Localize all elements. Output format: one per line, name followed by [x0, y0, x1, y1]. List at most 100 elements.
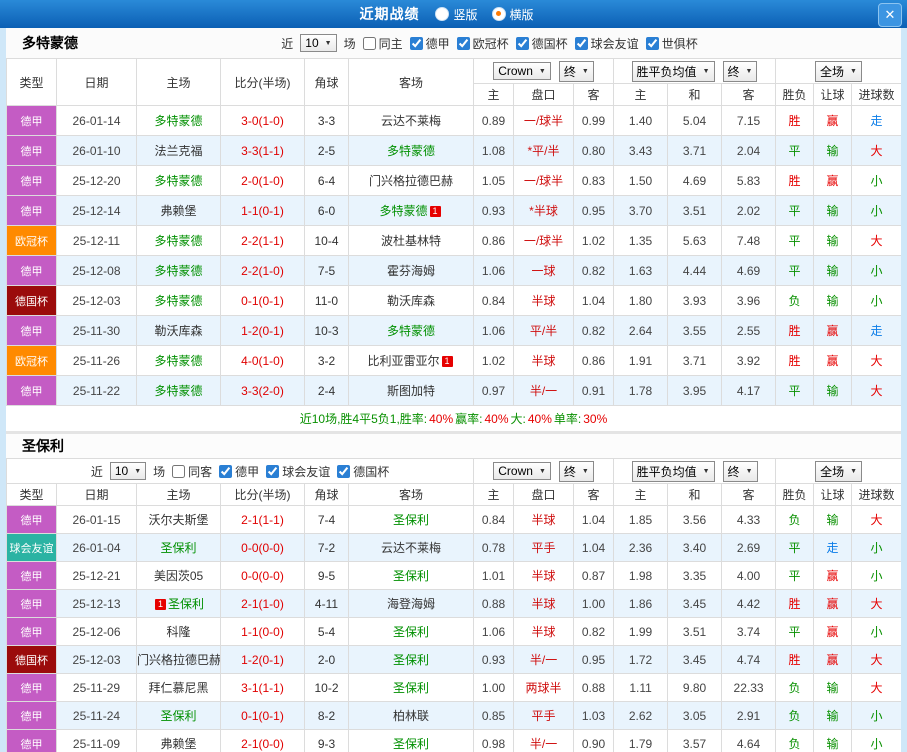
- filter-option[interactable]: 德甲: [409, 35, 450, 52]
- team-link[interactable]: 法兰克福: [154, 144, 202, 158]
- goals-result-cell: 大: [851, 673, 901, 702]
- avg-odds-select[interactable]: 胜平负均值 ▼: [631, 460, 715, 482]
- filter-option[interactable]: 德甲: [219, 463, 259, 480]
- team-link[interactable]: 圣保利: [393, 653, 429, 667]
- team-link[interactable]: 柏林联: [393, 709, 429, 723]
- layout-vertical-option[interactable]: 竖版: [435, 6, 478, 23]
- avg-away-cell: 5.83: [720, 165, 777, 196]
- handicap-cell: 半/一: [513, 375, 574, 406]
- odds-final-select[interactable]: 终 ▼: [558, 460, 594, 482]
- avg-final-select[interactable]: 终 ▼: [722, 460, 758, 482]
- filter-checkbox[interactable]: [219, 464, 233, 478]
- goals-result-cell: 大: [851, 645, 901, 674]
- section-header: 圣保利: [6, 431, 901, 458]
- team-link[interactable]: 海登海姆: [387, 597, 435, 611]
- team-link[interactable]: 勒沃库森: [154, 324, 202, 338]
- games-count-select[interactable]: 10 ▼: [109, 462, 147, 480]
- filter-checkbox[interactable]: [266, 464, 280, 478]
- team-link[interactable]: 斯图加特: [387, 384, 435, 398]
- odds-final-select[interactable]: 终 ▼: [558, 60, 594, 82]
- team-link[interactable]: 多特蒙德: [379, 204, 427, 218]
- team-link[interactable]: 勒沃库森: [387, 294, 435, 308]
- close-icon[interactable]: ✕: [878, 3, 902, 27]
- horizontal-radio-icon[interactable]: [491, 7, 506, 21]
- team-link[interactable]: 比利亚雷亚尔: [367, 354, 439, 368]
- team-link[interactable]: 沃尔夫斯堡: [148, 513, 208, 527]
- red-card-badge: 1: [154, 599, 166, 611]
- team-link[interactable]: 弗赖堡: [160, 204, 196, 218]
- filter-option[interactable]: 德国杯: [337, 463, 389, 480]
- team-link[interactable]: 多特蒙德: [154, 114, 202, 128]
- avg-final-select[interactable]: 终 ▼: [722, 60, 758, 82]
- team-link[interactable]: 云达不莱梅: [381, 114, 441, 128]
- home-team-cell: 门兴格拉德巴赫: [136, 645, 221, 674]
- filter-option[interactable]: 世俱杯: [645, 35, 698, 52]
- result-cell: 平: [775, 561, 815, 590]
- team-link[interactable]: 圣保利: [393, 625, 429, 639]
- odds-company-select[interactable]: Crown ▼: [493, 62, 551, 80]
- avg-away-cell: 4.00: [721, 561, 777, 590]
- filter-checkbox[interactable]: [362, 36, 376, 50]
- team-link[interactable]: 圣保利: [160, 709, 196, 723]
- filter-option[interactable]: 同主: [362, 35, 403, 52]
- team-link[interactable]: 圣保利: [168, 597, 204, 611]
- team-link[interactable]: 圣保利: [393, 681, 429, 695]
- team-link[interactable]: 拜仁慕尼黑: [148, 681, 208, 695]
- team-link[interactable]: 多特蒙德: [154, 354, 202, 368]
- team-link[interactable]: 多特蒙德: [154, 174, 202, 188]
- team-link[interactable]: 门兴格拉德巴赫: [369, 174, 453, 188]
- team-link[interactable]: 多特蒙德: [154, 294, 202, 308]
- odds-company-select[interactable]: Crown ▼: [493, 462, 551, 480]
- team-link[interactable]: 霍芬海姆: [387, 264, 435, 278]
- vertical-radio-icon[interactable]: [435, 7, 450, 21]
- team-link[interactable]: 多特蒙德: [154, 384, 202, 398]
- team-link[interactable]: 门兴格拉德巴赫: [138, 653, 220, 667]
- goals-result-cell: 走: [851, 105, 901, 136]
- handicap-result-cell: 输: [813, 375, 853, 406]
- filter-checkbox[interactable]: [172, 464, 186, 478]
- filter-option[interactable]: 德国杯: [515, 35, 568, 52]
- avg-draw-cell: 9.80: [667, 673, 723, 702]
- filter-checkbox[interactable]: [515, 36, 529, 50]
- date-cell: 25-12-06: [56, 617, 137, 646]
- filter-option[interactable]: 球会友谊: [574, 35, 639, 52]
- team-link[interactable]: 圣保利: [393, 513, 429, 527]
- games-count-select[interactable]: 10 ▼: [300, 34, 337, 52]
- filter-option[interactable]: 球会友谊: [266, 463, 330, 480]
- handicap-result-cell: 输: [813, 255, 853, 286]
- filter-option[interactable]: 同客: [172, 463, 212, 480]
- team-link[interactable]: 多特蒙德: [387, 324, 435, 338]
- filter-label: 德国杯: [531, 36, 568, 51]
- avg-odds-select[interactable]: 胜平负均值 ▼: [631, 60, 715, 82]
- filter-checkbox[interactable]: [409, 36, 423, 50]
- team-link[interactable]: 波杜基林特: [381, 234, 441, 248]
- team-link[interactable]: 云达不莱梅: [381, 541, 441, 555]
- home-team-cell: 圣保利: [136, 533, 221, 562]
- filter-option[interactable]: 欧冠杯: [456, 35, 509, 52]
- odds-company-value: Crown: [498, 64, 533, 78]
- filter-checkbox[interactable]: [645, 36, 659, 50]
- team-link[interactable]: 弗赖堡: [160, 737, 196, 751]
- league-cell: 德国杯: [6, 285, 57, 316]
- date-cell: 25-12-08: [56, 255, 137, 286]
- team-link[interactable]: 美因茨05: [154, 569, 203, 583]
- team-link[interactable]: 多特蒙德: [154, 264, 202, 278]
- near-label: 近: [90, 464, 103, 479]
- away-team-cell: 圣保利: [347, 561, 475, 590]
- scope-select[interactable]: 全场 ▼: [815, 460, 863, 482]
- team-link[interactable]: 多特蒙德: [387, 144, 435, 158]
- league-cell: 德甲: [6, 505, 57, 534]
- filter-checkbox[interactable]: [337, 464, 351, 478]
- team-link[interactable]: 圣保利: [393, 737, 429, 751]
- league-cell: 德甲: [6, 195, 57, 226]
- layout-horizontal-option[interactable]: 横版: [491, 6, 534, 23]
- team-link[interactable]: 科隆: [166, 625, 190, 639]
- team-link[interactable]: 圣保利: [393, 569, 429, 583]
- filter-checkbox[interactable]: [574, 36, 588, 50]
- team-link[interactable]: 圣保利: [160, 541, 196, 555]
- scope-select[interactable]: 全场 ▼: [815, 60, 862, 82]
- handicap-cell: 半球: [513, 285, 574, 316]
- team-link[interactable]: 多特蒙德: [154, 234, 202, 248]
- col-away: 客场: [348, 58, 474, 106]
- filter-checkbox[interactable]: [456, 36, 470, 50]
